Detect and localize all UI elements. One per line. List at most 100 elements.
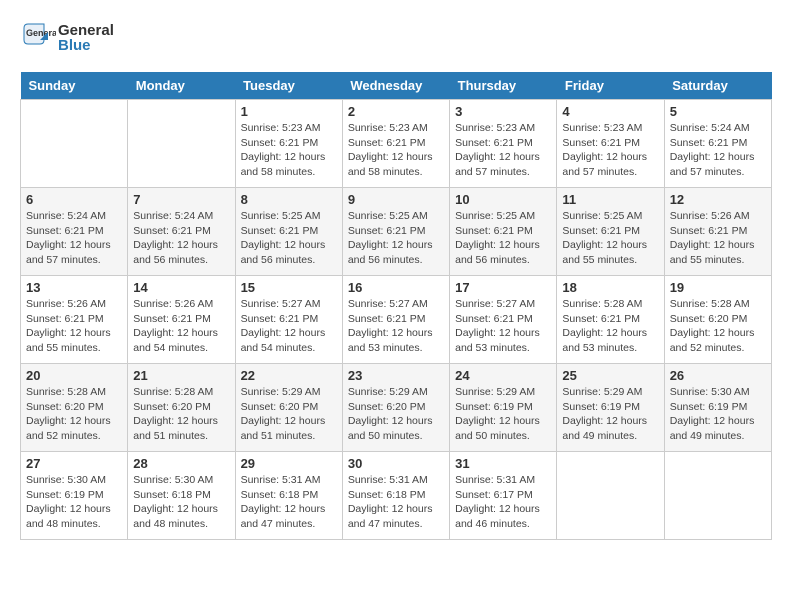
day-info: Sunrise: 5:25 AM Sunset: 6:21 PM Dayligh… [348,209,444,268]
day-number: 15 [241,280,337,295]
day-info: Sunrise: 5:24 AM Sunset: 6:21 PM Dayligh… [670,121,766,180]
day-number: 19 [670,280,766,295]
day-info: Sunrise: 5:30 AM Sunset: 6:18 PM Dayligh… [133,473,229,532]
day-number: 26 [670,368,766,383]
day-number: 5 [670,104,766,119]
day-number: 4 [562,104,658,119]
logo-name-line1: General [58,23,114,38]
calendar-cell: 11 Sunrise: 5:25 AM Sunset: 6:21 PM Dayli… [557,188,664,276]
day-info: Sunrise: 5:23 AM Sunset: 6:21 PM Dayligh… [241,121,337,180]
calendar-cell: 6 Sunrise: 5:24 AM Sunset: 6:21 PM Daylig… [21,188,128,276]
day-number: 24 [455,368,551,383]
day-number: 16 [348,280,444,295]
day-of-week-header: Sunday [21,72,128,100]
calendar-cell: 18Sunrise: 5:28 AM Sunset: 6:21 PM Dayli… [557,276,664,364]
calendar-header: SundayMondayTuesdayWednesdayThursdayFrid… [21,72,772,100]
day-info: Sunrise: 5:23 AM Sunset: 6:21 PM Dayligh… [348,121,444,180]
day-number: 10 [455,192,551,207]
calendar-cell: 24Sunrise: 5:29 AM Sunset: 6:19 PM Dayli… [450,364,557,452]
calendar-cell: 28Sunrise: 5:30 AM Sunset: 6:18 PM Dayli… [128,452,235,540]
day-info: Sunrise: 5:23 AM Sunset: 6:21 PM Dayligh… [455,121,551,180]
calendar-cell: 16 Sunrise: 5:27 AM Sunset: 6:21 PM Dayli… [342,276,449,364]
day-info: Sunrise: 5:31 AM Sunset: 6:18 PM Dayligh… [348,473,444,532]
day-number: 6 [26,192,122,207]
day-number: 27 [26,456,122,471]
day-info: Sunrise: 5:24 AM Sunset: 6:21 PM Dayligh… [26,209,122,268]
day-of-week-header: Saturday [664,72,771,100]
calendar-cell: 27Sunrise: 5:30 AM Sunset: 6:19 PM Dayli… [21,452,128,540]
day-info: Sunrise: 5:28 AM Sunset: 6:21 PM Dayligh… [562,297,658,356]
header-row: SundayMondayTuesdayWednesdayThursdayFrid… [21,72,772,100]
calendar-cell [21,100,128,188]
calendar-cell: 31Sunrise: 5:31 AM Sunset: 6:17 PM Dayli… [450,452,557,540]
day-info: Sunrise: 5:27 AM Sunset: 6:21 PM Dayligh… [241,297,337,356]
calendar-cell: 22Sunrise: 5:29 AM Sunset: 6:20 PM Dayli… [235,364,342,452]
day-info: Sunrise: 5:28 AM Sunset: 6:20 PM Dayligh… [26,385,122,444]
calendar-cell: 9Sunrise: 5:25 AM Sunset: 6:21 PM Daylig… [342,188,449,276]
calendar-week-row: 13 Sunrise: 5:26 AM Sunset: 6:21 PM Dayli… [21,276,772,364]
day-info: Sunrise: 5:26 AM Sunset: 6:21 PM Dayligh… [26,297,122,356]
day-info: Sunrise: 5:23 AM Sunset: 6:21 PM Dayligh… [562,121,658,180]
day-of-week-header: Wednesday [342,72,449,100]
day-info: Sunrise: 5:31 AM Sunset: 6:17 PM Dayligh… [455,473,551,532]
calendar-cell: 23 Sunrise: 5:29 AM Sunset: 6:20 PM Dayli… [342,364,449,452]
day-number: 1 [241,104,337,119]
day-number: 7 [133,192,229,207]
calendar-cell [557,452,664,540]
logo: General General Blue [20,20,114,56]
logo-name-line2: Blue [58,38,114,53]
day-number: 23 [348,368,444,383]
calendar-cell [128,100,235,188]
svg-text:General: General [26,28,56,38]
day-info: Sunrise: 5:27 AM Sunset: 6:21 PM Dayligh… [348,297,444,356]
calendar-cell: 12Sunrise: 5:26 AM Sunset: 6:21 PM Dayli… [664,188,771,276]
day-number: 12 [670,192,766,207]
day-of-week-header: Tuesday [235,72,342,100]
day-number: 21 [133,368,229,383]
calendar-cell: 10 Sunrise: 5:25 AM Sunset: 6:21 PM Dayli… [450,188,557,276]
day-number: 11 [562,192,658,207]
calendar-table: SundayMondayTuesdayWednesdayThursdayFrid… [20,72,772,540]
day-number: 2 [348,104,444,119]
day-number: 25 [562,368,658,383]
day-number: 20 [26,368,122,383]
calendar-cell: 2 Sunrise: 5:23 AM Sunset: 6:21 PM Daylig… [342,100,449,188]
calendar-cell: 8Sunrise: 5:25 AM Sunset: 6:21 PM Daylig… [235,188,342,276]
day-number: 14 [133,280,229,295]
day-of-week-header: Monday [128,72,235,100]
calendar-cell: 15 Sunrise: 5:27 AM Sunset: 6:21 PM Dayli… [235,276,342,364]
calendar-week-row: 27Sunrise: 5:30 AM Sunset: 6:19 PM Dayli… [21,452,772,540]
day-number: 22 [241,368,337,383]
calendar-week-row: 6 Sunrise: 5:24 AM Sunset: 6:21 PM Daylig… [21,188,772,276]
logo-svg: General [20,20,56,56]
day-info: Sunrise: 5:29 AM Sunset: 6:19 PM Dayligh… [562,385,658,444]
calendar-cell: 4 Sunrise: 5:23 AM Sunset: 6:21 PM Daylig… [557,100,664,188]
day-number: 3 [455,104,551,119]
calendar-cell: 5 Sunrise: 5:24 AM Sunset: 6:21 PM Daylig… [664,100,771,188]
day-info: Sunrise: 5:24 AM Sunset: 6:21 PM Dayligh… [133,209,229,268]
calendar-cell: 3 Sunrise: 5:23 AM Sunset: 6:21 PM Daylig… [450,100,557,188]
day-info: Sunrise: 5:25 AM Sunset: 6:21 PM Dayligh… [562,209,658,268]
calendar-cell: 13 Sunrise: 5:26 AM Sunset: 6:21 PM Dayli… [21,276,128,364]
calendar-cell: 29 Sunrise: 5:31 AM Sunset: 6:18 PM Dayli… [235,452,342,540]
day-info: Sunrise: 5:28 AM Sunset: 6:20 PM Dayligh… [670,297,766,356]
calendar-cell: 20 Sunrise: 5:28 AM Sunset: 6:20 PM Dayli… [21,364,128,452]
calendar-cell: 25 Sunrise: 5:29 AM Sunset: 6:19 PM Dayli… [557,364,664,452]
calendar-week-row: 20 Sunrise: 5:28 AM Sunset: 6:20 PM Dayli… [21,364,772,452]
day-number: 13 [26,280,122,295]
day-info: Sunrise: 5:26 AM Sunset: 6:21 PM Dayligh… [133,297,229,356]
calendar-cell: 30Sunrise: 5:31 AM Sunset: 6:18 PM Dayli… [342,452,449,540]
day-of-week-header: Friday [557,72,664,100]
day-info: Sunrise: 5:31 AM Sunset: 6:18 PM Dayligh… [241,473,337,532]
day-info: Sunrise: 5:29 AM Sunset: 6:20 PM Dayligh… [348,385,444,444]
day-info: Sunrise: 5:25 AM Sunset: 6:21 PM Dayligh… [455,209,551,268]
day-info: Sunrise: 5:27 AM Sunset: 6:21 PM Dayligh… [455,297,551,356]
calendar-cell: 26Sunrise: 5:30 AM Sunset: 6:19 PM Dayli… [664,364,771,452]
calendar-body: 1 Sunrise: 5:23 AM Sunset: 6:21 PM Daylig… [21,100,772,540]
calendar-cell: 21Sunrise: 5:28 AM Sunset: 6:20 PM Dayli… [128,364,235,452]
day-number: 29 [241,456,337,471]
calendar-cell [664,452,771,540]
calendar-cell: 1 Sunrise: 5:23 AM Sunset: 6:21 PM Daylig… [235,100,342,188]
page-header: General General Blue [20,20,772,56]
calendar-week-row: 1 Sunrise: 5:23 AM Sunset: 6:21 PM Daylig… [21,100,772,188]
